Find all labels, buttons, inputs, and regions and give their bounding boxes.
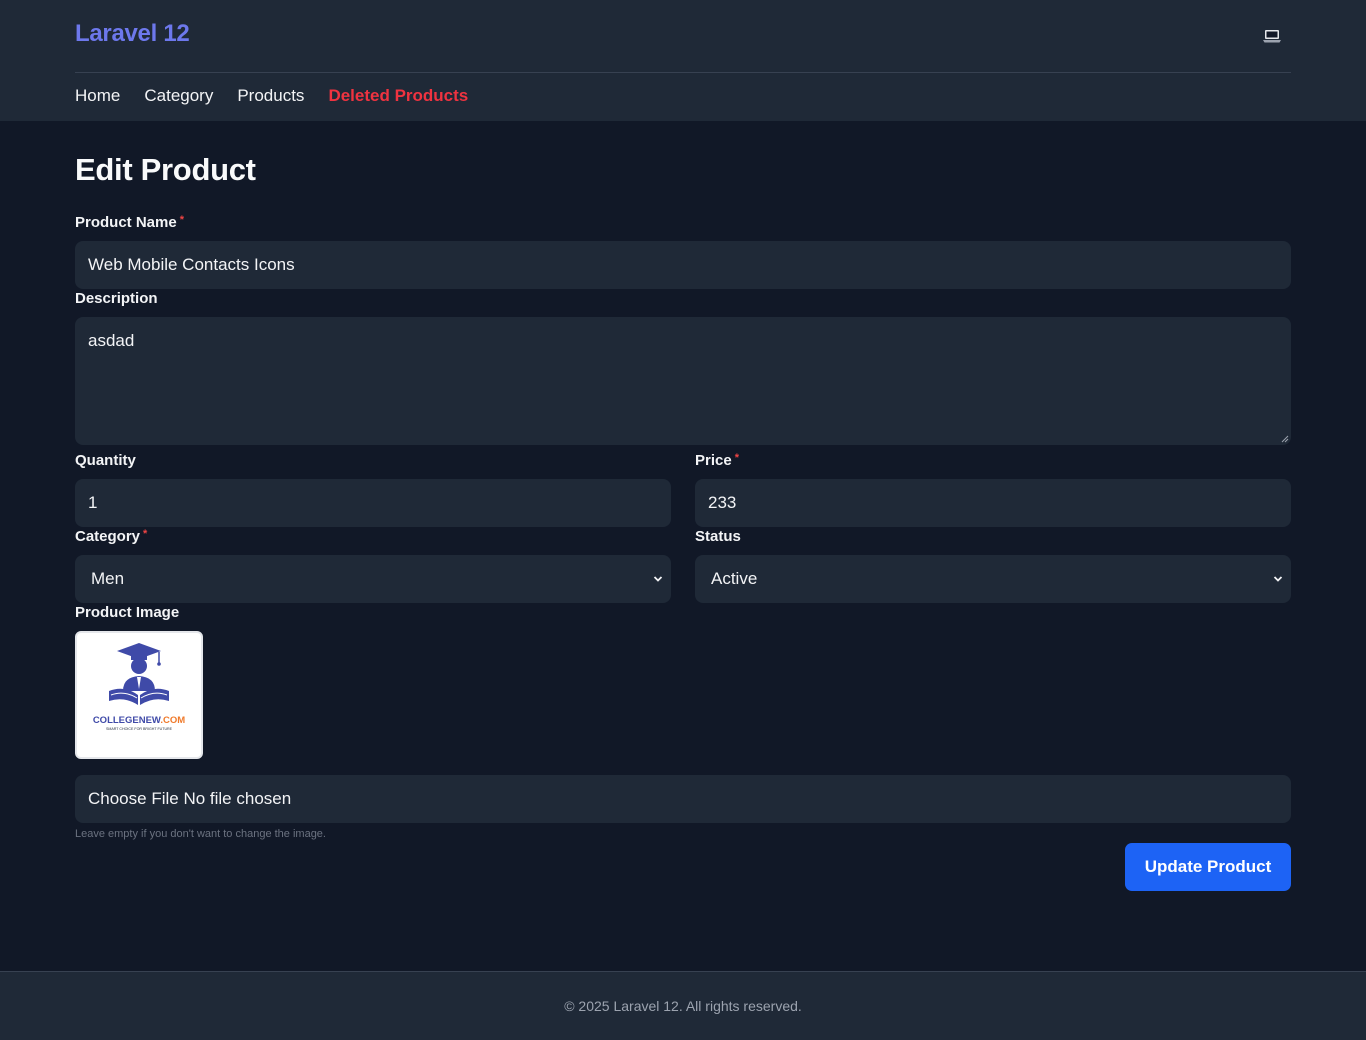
site-header: Laravel 12 Home Category Products Delete…	[0, 0, 1366, 121]
quantity-input[interactable]: 1	[75, 479, 671, 527]
site-footer: © 2025 Laravel 12. All rights reserved.	[0, 971, 1366, 1040]
price-input[interactable]: 233	[695, 479, 1291, 527]
category-selected-value: Men	[91, 569, 125, 588]
brand-logo[interactable]: Laravel 12	[75, 20, 190, 48]
quantity-value: 1	[88, 493, 98, 512]
required-mark: *	[734, 452, 739, 464]
description-value: asdad	[88, 331, 135, 350]
status-selected-value: Active	[711, 569, 758, 588]
logo-tagline: SMART CHOICE FOR BRIGHT FUTURE	[106, 727, 173, 731]
logo-text: COLLEGENEW	[93, 715, 161, 726]
image-help-text: Leave empty if you don't want to change …	[75, 828, 326, 840]
price-label-text: Price	[695, 452, 732, 469]
chevron-down-icon	[1273, 576, 1283, 582]
required-mark: *	[143, 528, 148, 540]
main-nav: Home Category Products Deleted Products	[75, 86, 468, 106]
description-label: Description	[75, 290, 158, 307]
category-label: Category *	[75, 528, 147, 545]
product-name-label-text: Product Name	[75, 214, 177, 231]
svg-text:COLLEGENEW.COM: COLLEGENEW.COM	[93, 715, 185, 726]
footer-copyright: © 2025 Laravel 12. All rights reserved.	[564, 998, 802, 1014]
nav-deleted-products[interactable]: Deleted Products	[328, 86, 468, 106]
required-mark: *	[179, 214, 184, 226]
category-select[interactable]: Men	[75, 555, 671, 603]
product-name-label: Product Name *	[75, 214, 184, 231]
description-textarea[interactable]: asdad	[75, 317, 1291, 445]
product-name-input[interactable]: Web Mobile Contacts Icons	[75, 241, 1291, 289]
status-select[interactable]: Active	[695, 555, 1291, 603]
collegenew-logo: COLLEGENEW.COM SMART CHOICE FOR BRIGHT F…	[93, 643, 185, 731]
nav-home[interactable]: Home	[75, 86, 120, 106]
laptop-icon[interactable]	[1262, 27, 1282, 45]
page-title: Edit Product	[75, 152, 256, 187]
price-value: 233	[708, 493, 737, 512]
category-label-text: Category	[75, 528, 141, 545]
chevron-down-icon	[653, 576, 663, 582]
header-divider	[75, 72, 1291, 73]
price-label: Price *	[695, 452, 739, 469]
update-product-button[interactable]: Update Product	[1125, 843, 1291, 891]
nav-products[interactable]: Products	[237, 86, 304, 106]
product-image-label: Product Image	[75, 604, 180, 621]
quantity-label: Quantity	[75, 452, 136, 469]
product-image-preview: COLLEGENEW.COM SMART CHOICE FOR BRIGHT F…	[75, 631, 203, 759]
image-file-input[interactable]: Choose File No file chosen	[75, 775, 1291, 823]
product-name-value: Web Mobile Contacts Icons	[88, 255, 295, 274]
file-status-text: No file chosen	[183, 789, 292, 808]
logo-text-suffix: .COM	[160, 715, 185, 726]
resize-grip-icon[interactable]	[1281, 435, 1289, 443]
nav-category[interactable]: Category	[144, 86, 213, 106]
choose-file-button[interactable]: Choose File	[88, 789, 179, 809]
status-label: Status	[695, 528, 741, 545]
